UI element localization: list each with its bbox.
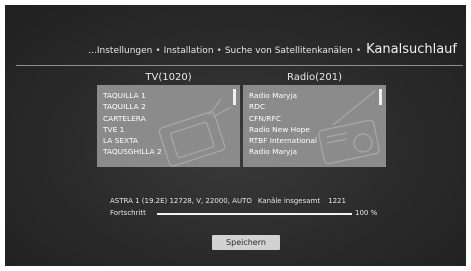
tv-column-header: TV(1020) — [145, 72, 192, 83]
progress-bar-fill — [157, 213, 352, 215]
progress-percent: 100 % — [355, 209, 378, 217]
list-item[interactable]: RDC — [249, 101, 317, 112]
tv-list-scrollbar[interactable] — [233, 89, 236, 105]
transponder-info: ASTRA 1 (19.2E) 12728, V, 22000, AUTO — [110, 197, 252, 205]
list-item[interactable]: TAQUILLA 1 — [103, 90, 162, 101]
radio-channel-items: Radio Maryja RDC CFN/RFC Radio New Hope … — [249, 90, 317, 158]
list-item[interactable]: TAQUILLA 2 — [103, 101, 162, 112]
breadcrumb-item-installation[interactable]: Installation — [164, 46, 214, 56]
breadcrumb-separator: • — [355, 46, 362, 56]
total-channels-label: Kanäle insgesamt — [257, 197, 321, 205]
list-item[interactable]: RTBF International — [249, 135, 317, 146]
list-item[interactable]: TVE 1 — [103, 124, 162, 135]
save-button[interactable]: Speichern — [212, 235, 280, 250]
breadcrumb-separator: • — [155, 46, 161, 56]
list-item[interactable]: Radio Maryja — [249, 90, 317, 101]
scan-status: ASTRA 1 (19.2E) 12728, V, 22000, AUTO Kan… — [110, 197, 346, 205]
progress-label: Fortschritt — [110, 209, 146, 217]
breadcrumb: ...Instellungen • Installation • Suche von S… — [5, 42, 457, 57]
tv-screen: ...Instellungen • Installation • Suche von S… — [5, 5, 466, 266]
radio-column-header: Radio(201) — [287, 72, 342, 83]
tv-channel-items: TAQUILLA 1 TAQUILLA 2 CARTELERA TVE 1 LA… — [103, 90, 162, 158]
breadcrumb-item-settings[interactable]: ...Instellungen — [88, 46, 152, 56]
breadcrumb-separator: • — [216, 46, 222, 56]
progress-bar — [157, 213, 352, 215]
radio-channel-list[interactable]: Radio Maryja RDC CFN/RFC Radio New Hope … — [243, 85, 386, 167]
list-item[interactable]: Radio New Hope — [249, 124, 317, 135]
list-item[interactable]: CFN/RFC — [249, 113, 317, 124]
list-item[interactable]: Radio Maryja — [249, 146, 317, 157]
tv-channel-list[interactable]: TAQUILLA 1 TAQUILLA 2 CARTELERA TVE 1 LA… — [97, 85, 240, 167]
total-channels-value: 1221 — [328, 197, 346, 205]
list-item[interactable]: TAQUSGHILLA 2 — [103, 146, 162, 157]
breadcrumb-item-satellite-search[interactable]: Suche von Satellitenkanälen — [225, 46, 353, 56]
header-divider — [16, 65, 463, 66]
page-title: Kanalsuchlauf — [366, 42, 457, 57]
list-item[interactable]: LA SEXTA — [103, 135, 162, 146]
list-item[interactable]: CARTELERA — [103, 113, 162, 124]
radio-list-scrollbar[interactable] — [379, 89, 382, 105]
